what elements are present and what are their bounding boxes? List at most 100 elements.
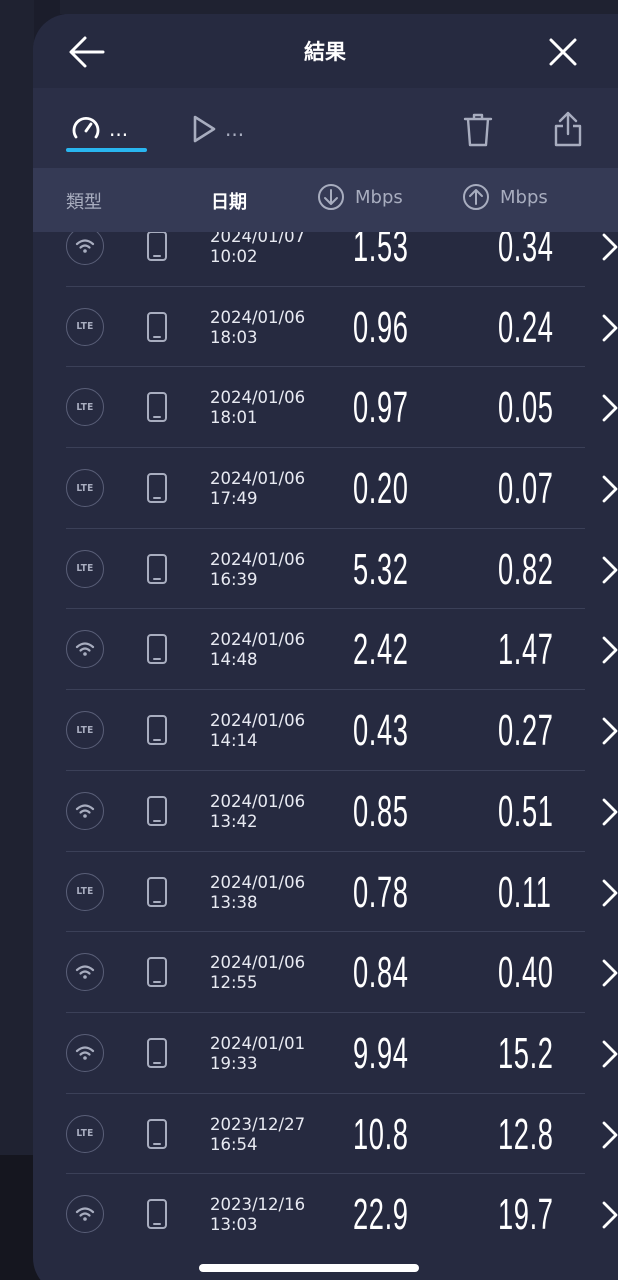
- result-row[interactable]: LTE 2023/12/27 16:54 10.8 12.8: [66, 1094, 618, 1175]
- result-row[interactable]: LTE 2024/01/06 18:03 0.96 0.24: [66, 287, 618, 368]
- row-detail-button[interactable]: [601, 393, 618, 423]
- close-button[interactable]: [543, 32, 583, 72]
- row-detail-button[interactable]: [601, 958, 618, 988]
- result-datetime: 2024/01/07 10:02: [210, 232, 305, 267]
- wifi-icon: [75, 965, 95, 979]
- result-row[interactable]: LTE 2024/01/06 16:39 5.32 0.82: [66, 529, 618, 610]
- wifi-icon: [75, 1046, 95, 1060]
- tab-speedtest-label: ...: [109, 117, 129, 141]
- result-row[interactable]: LTE 2024/01/06 17:49 0.20 0.07: [66, 448, 618, 529]
- download-speed: 10.8: [353, 1109, 409, 1159]
- result-date: 2024/01/06: [210, 872, 306, 892]
- device-indicator: [146, 1198, 170, 1230]
- row-detail-button[interactable]: [601, 313, 618, 343]
- home-indicator[interactable]: [199, 1264, 419, 1272]
- lte-badge: LTE: [66, 307, 104, 346]
- upload-speed: 0.27: [498, 706, 554, 756]
- chevron-right-icon: [602, 637, 618, 664]
- column-type-label: 類型: [66, 192, 102, 213]
- phone-icon: [147, 795, 167, 826]
- result-row[interactable]: 2024/01/01 19:33 9.94 15.2: [66, 1013, 618, 1094]
- speedometer-icon: [72, 116, 100, 139]
- results-list[interactable]: 2024/01/07 10:02 1.53 0.34 LTE 2024/01/06 18:0…: [33, 232, 618, 1236]
- row-detail-button[interactable]: [601, 716, 618, 746]
- result-date: 2024/01/07: [210, 232, 306, 246]
- device-indicator: [146, 391, 170, 423]
- row-detail-button[interactable]: [601, 797, 618, 827]
- device-indicator: [146, 956, 170, 988]
- tab-video[interactable]: ...: [191, 112, 244, 146]
- result-time: 10:02: [210, 247, 258, 266]
- result-row[interactable]: 2023/12/16 13:03 22.9 19.7: [66, 1174, 618, 1236]
- download-speed: 22.9: [353, 1190, 409, 1236]
- result-date: 2024/01/06: [210, 549, 306, 569]
- lte-badge: LTE: [66, 549, 104, 588]
- row-detail-button[interactable]: [601, 1200, 618, 1230]
- download-speed: 2.42: [353, 625, 409, 675]
- column-upload[interactable]: Mbps: [462, 183, 548, 211]
- column-date-label: 日期: [211, 192, 247, 213]
- result-time: 18:03: [210, 327, 258, 347]
- row-detail-button[interactable]: [601, 555, 618, 585]
- result-date: 2023/12/16: [210, 1195, 306, 1215]
- results-sheet: 結果 ... ... 類型 日期 Mbps Mbps 2024/01/07 10…: [33, 14, 618, 1280]
- device-indicator: [146, 714, 170, 746]
- row-detail-button[interactable]: [601, 232, 618, 262]
- result-row[interactable]: LTE 2024/01/06 14:14 0.43 0.27: [66, 690, 618, 771]
- download-speed: 0.43: [353, 706, 409, 756]
- column-download[interactable]: Mbps: [317, 183, 403, 211]
- chevron-right-icon: [602, 798, 618, 826]
- wifi-badge: [66, 1033, 104, 1072]
- play-icon: [193, 115, 216, 143]
- phone-icon: [147, 634, 167, 665]
- result-row[interactable]: LTE 2024/01/06 13:38 0.78 0.11: [66, 852, 618, 933]
- upload-speed: 0.82: [498, 544, 554, 594]
- upload-speed: 0.11: [498, 867, 552, 917]
- tab-speedtest[interactable]: ...: [71, 112, 128, 146]
- lte-badge: LTE: [66, 469, 104, 508]
- result-row[interactable]: 2024/01/06 13:42 0.85 0.51: [66, 771, 618, 852]
- share-button[interactable]: [551, 108, 585, 150]
- device-indicator: [146, 472, 170, 504]
- background-edge: [60, 0, 618, 14]
- network-type-label: LTE: [76, 886, 94, 897]
- device-indicator: [146, 633, 170, 665]
- result-time: 19:33: [210, 1053, 258, 1073]
- upload-speed: 1.47: [498, 625, 554, 675]
- chevron-right-icon: [602, 1121, 618, 1148]
- upload-speed: 0.51: [498, 786, 554, 836]
- result-row[interactable]: LTE 2024/01/06 18:01 0.97 0.05: [66, 367, 618, 449]
- row-detail-button[interactable]: [601, 635, 618, 665]
- download-speed: 1.53: [353, 232, 409, 271]
- active-tab-indicator: [66, 148, 147, 152]
- delete-button[interactable]: [461, 110, 495, 150]
- column-date[interactable]: 日期: [211, 188, 247, 214]
- row-detail-button[interactable]: [601, 1039, 618, 1069]
- download-speed: 0.85: [353, 786, 409, 836]
- result-row[interactable]: 2024/01/06 14:48 2.42 1.47: [66, 609, 618, 691]
- column-upload-label: Mbps: [500, 186, 548, 208]
- download-speed: 5.32: [353, 544, 409, 594]
- result-time: 13:38: [210, 892, 258, 912]
- download-speed: 0.84: [353, 948, 409, 998]
- wifi-badge: [66, 630, 104, 669]
- result-row[interactable]: 2024/01/06 12:55 0.84 0.40: [66, 932, 618, 1013]
- row-detail-button[interactable]: [601, 878, 618, 908]
- result-datetime: 2024/01/06 18:01: [210, 388, 305, 428]
- result-date: 2024/01/01: [210, 1033, 306, 1053]
- row-detail-button[interactable]: [601, 474, 618, 504]
- phone-icon: [147, 392, 167, 423]
- tab-video-label: ...: [225, 117, 245, 141]
- chevron-right-icon: [602, 1040, 618, 1068]
- column-type[interactable]: 類型: [66, 188, 102, 214]
- network-type-label: LTE: [76, 724, 94, 736]
- upload-speed: 0.34: [498, 232, 554, 271]
- wifi-icon: [75, 642, 95, 657]
- result-row[interactable]: 2024/01/07 10:02 1.53 0.34: [66, 232, 618, 287]
- upload-speed: 0.07: [498, 464, 554, 514]
- result-time: 16:54: [210, 1134, 258, 1154]
- row-detail-button[interactable]: [601, 1120, 618, 1150]
- chevron-right-icon: [602, 394, 618, 422]
- tab-bar: ... ...: [33, 88, 618, 168]
- result-date: 2024/01/06: [210, 791, 306, 811]
